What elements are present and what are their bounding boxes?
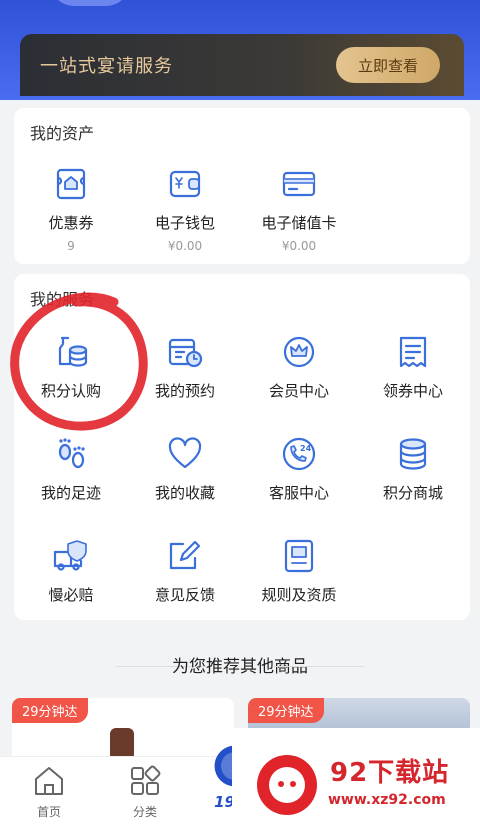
heart-icon xyxy=(168,437,202,469)
phone-24-icon: 24 xyxy=(282,437,316,471)
service-label: 意见反馈 xyxy=(154,586,215,604)
coin-stack-icon xyxy=(399,438,427,470)
banner-title: 一站式宴请服务 xyxy=(40,56,173,77)
divider-right xyxy=(274,666,364,667)
card-icon xyxy=(282,171,316,197)
delivery-tag: 29分钟达 xyxy=(12,698,88,723)
service-points-mall[interactable]: 积分商城 xyxy=(356,434,470,503)
home-icon xyxy=(35,767,63,795)
asset-wallet[interactable]: 电子钱包 ¥0.00 xyxy=(128,164,242,253)
service-label: 我的收藏 xyxy=(154,484,215,502)
watermark-logo-icon xyxy=(257,755,317,815)
coupon-icon xyxy=(56,168,86,200)
service-delay-compensation[interactable]: 慢必赔 xyxy=(14,536,128,605)
service-customer-center[interactable]: 24 客服中心 xyxy=(242,434,356,503)
service-label: 慢必赔 xyxy=(48,586,94,604)
footprint-icon xyxy=(58,438,85,469)
service-label: 会员中心 xyxy=(268,382,329,400)
member-crown-icon xyxy=(283,336,315,368)
service-coupon-center[interactable]: 领券中心 xyxy=(356,332,470,401)
service-feedback[interactable]: 意见反馈 xyxy=(128,536,242,605)
tab-category[interactable]: 分类 xyxy=(110,763,180,820)
asset-value: ¥0.00 xyxy=(281,239,317,253)
service-label: 我的预约 xyxy=(154,382,215,400)
service-label: 我的足迹 xyxy=(40,484,101,502)
delivery-shield-icon xyxy=(53,540,87,571)
tab-label: 分类 xyxy=(132,805,157,819)
banqueet-banner[interactable]: 一站式宴请服务 立即查看 xyxy=(20,34,464,96)
view-now-button[interactable]: 立即查看 xyxy=(336,47,440,83)
service-rules[interactable]: 规则及资质 xyxy=(242,536,356,605)
asset-value: 9 xyxy=(67,239,75,253)
watermark-name: 92下载站 xyxy=(330,758,450,788)
coupon-receipt-icon xyxy=(399,336,427,368)
reservation-icon xyxy=(168,338,203,368)
service-label: 领券中心 xyxy=(382,382,443,400)
service-label: 规则及资质 xyxy=(261,586,337,604)
asset-label: 电子钱包 xyxy=(154,214,215,232)
service-favorites[interactable]: 我的收藏 xyxy=(128,434,242,503)
assets-title: 我的资产 xyxy=(30,124,95,143)
asset-stored-card[interactable]: 电子储值卡 ¥0.00 xyxy=(242,164,356,253)
service-label: 积分商城 xyxy=(382,484,443,502)
watermark-url: www.xz92.com xyxy=(328,792,446,808)
tab-home[interactable]: 首页 xyxy=(14,763,84,820)
asset-coupon[interactable]: 优惠券 9 xyxy=(14,164,128,253)
assets-card: 我的资产 优惠券 9 电子钱包 ¥0.00 电子储值卡 ¥0.00 xyxy=(14,108,470,264)
service-label: 客服中心 xyxy=(268,484,329,502)
annotation-circle xyxy=(10,292,148,431)
asset-value: ¥0.00 xyxy=(167,239,203,253)
service-member-center[interactable]: 会员中心 xyxy=(242,332,356,401)
wallet-icon xyxy=(169,170,201,198)
category-icon xyxy=(131,765,161,795)
asset-label: 优惠券 xyxy=(48,214,94,232)
delivery-tag: 29分钟达 xyxy=(248,698,324,723)
tab-label: 首页 xyxy=(36,805,61,819)
service-footprint[interactable]: 我的足迹 xyxy=(14,434,128,503)
svg-text:24: 24 xyxy=(300,444,312,453)
document-icon xyxy=(284,539,314,573)
asset-label: 电子储值卡 xyxy=(261,214,337,232)
edit-icon xyxy=(169,540,201,570)
recommend-title: 为您推荐其他商品 xyxy=(172,657,308,677)
